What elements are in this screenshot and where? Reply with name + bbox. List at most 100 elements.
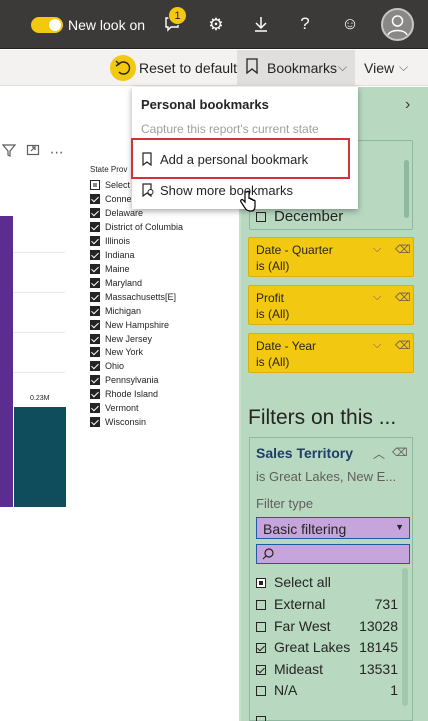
eraser-icon[interactable]: ⌫ bbox=[395, 339, 411, 352]
bookmark-icon bbox=[246, 58, 258, 79]
checkbox-icon[interactable] bbox=[256, 664, 266, 675]
slicer-item[interactable]: Michigan bbox=[90, 304, 141, 318]
slicer-item[interactable]: Rhode Island bbox=[90, 387, 158, 401]
filter-item-count: 13531 bbox=[359, 660, 398, 677]
slicer-item[interactable]: Maryland bbox=[90, 276, 142, 290]
dropdown-header: Personal bookmarks bbox=[141, 97, 269, 112]
scrollbar[interactable] bbox=[402, 568, 408, 706]
bar-data-label: 0.23M bbox=[30, 395, 50, 402]
checkbox-icon[interactable] bbox=[256, 212, 266, 223]
notification-badge: 1 bbox=[168, 6, 187, 25]
filter-item-count: 1 bbox=[390, 682, 398, 698]
filter-list-item[interactable]: Mideast 13531 bbox=[256, 661, 398, 679]
checkbox-icon[interactable] bbox=[90, 263, 100, 274]
slicer-item[interactable]: Vermont bbox=[90, 401, 139, 415]
search-input[interactable] bbox=[256, 544, 410, 564]
filter-select-all[interactable]: Select all bbox=[256, 574, 331, 592]
smiley-icon[interactable]: ☺ bbox=[339, 14, 361, 34]
checkbox-icon[interactable] bbox=[90, 305, 100, 316]
slicer-item[interactable]: Maine bbox=[90, 262, 130, 276]
chart-bar-purple[interactable] bbox=[0, 216, 13, 507]
new-look-toggle[interactable] bbox=[31, 17, 63, 33]
filter-card-date-quarter[interactable]: Date - Quarter is (All) ⌵ ⌫ bbox=[248, 237, 414, 277]
chevron-down-icon: ⌵ bbox=[399, 60, 409, 74]
sales-territory-summary: is Great Lakes, New E... bbox=[256, 469, 397, 484]
show-more-bookmarks-item[interactable]: Show more bookmarks bbox=[160, 183, 293, 198]
filter-item-count: 731 bbox=[374, 596, 398, 612]
checkbox-icon[interactable] bbox=[90, 235, 100, 246]
collapse-chevron-icon[interactable]: › bbox=[405, 96, 410, 114]
checkbox-icon[interactable] bbox=[90, 207, 100, 218]
filter-type-label: Filter type bbox=[256, 496, 314, 511]
filter-item-december[interactable]: December bbox=[256, 208, 343, 226]
filter-card-date-year[interactable]: Date - Year is (All) ⌵ ⌫ bbox=[248, 333, 414, 373]
checkbox-icon[interactable] bbox=[90, 194, 100, 204]
checkbox-icon[interactable] bbox=[90, 319, 100, 330]
focus-mode-icon[interactable] bbox=[26, 144, 44, 160]
chevron-down-icon[interactable]: ⌵ bbox=[373, 291, 381, 304]
filter-card-profit[interactable]: Profit is (All) ⌵ ⌫ bbox=[248, 285, 414, 325]
checkbox-icon[interactable] bbox=[90, 417, 100, 428]
checkbox-icon[interactable] bbox=[90, 375, 100, 386]
gear-icon[interactable]: ⚙ bbox=[205, 15, 227, 35]
chart-gridline bbox=[13, 292, 65, 293]
checkbox-icon[interactable] bbox=[90, 361, 100, 372]
checkbox-icon[interactable] bbox=[90, 403, 100, 414]
checkbox-icon[interactable] bbox=[90, 221, 100, 232]
filter-list-item[interactable]: Far West 13028 bbox=[256, 618, 398, 636]
chevron-down-icon[interactable]: ⌵ bbox=[373, 243, 381, 256]
checkbox-icon[interactable] bbox=[90, 347, 100, 358]
filter-type-select[interactable]: Basic filtering ▼ bbox=[256, 517, 410, 539]
chart-gridline bbox=[13, 332, 65, 333]
filter-icon[interactable] bbox=[1, 144, 20, 160]
checkbox-icon[interactable] bbox=[256, 600, 266, 611]
filter-list-item[interactable]: External 731 bbox=[256, 596, 398, 614]
checkbox-icon[interactable] bbox=[90, 291, 100, 302]
slicer-item[interactable]: Wisconsin bbox=[90, 415, 146, 429]
slicer-item[interactable]: New Jersey bbox=[90, 332, 152, 346]
download-icon[interactable] bbox=[250, 15, 272, 38]
filter-list-item[interactable]: N/A 1 bbox=[256, 682, 398, 700]
view-button[interactable]: View bbox=[364, 60, 394, 76]
chart-bar-teal[interactable] bbox=[14, 407, 66, 507]
slicer-item[interactable]: Pennsylvania bbox=[90, 373, 159, 387]
bookmarks-label: Bookmarks bbox=[267, 60, 338, 76]
checkbox-icon[interactable] bbox=[90, 389, 100, 400]
eraser-icon[interactable]: ⌫ bbox=[392, 446, 408, 459]
slicer-select-all[interactable]: Select bbox=[90, 178, 130, 192]
eraser-icon[interactable]: ⌫ bbox=[395, 243, 411, 256]
checkbox-icon[interactable] bbox=[90, 333, 100, 344]
scrollbar[interactable] bbox=[404, 160, 409, 218]
slicer-item[interactable]: Massachusetts[E] bbox=[90, 290, 176, 304]
slicer-item[interactable]: Indiana bbox=[90, 248, 135, 262]
checkbox-icon[interactable] bbox=[256, 621, 266, 632]
filter-item-count: 18145 bbox=[359, 639, 398, 655]
reset-icon[interactable] bbox=[110, 55, 136, 81]
filter-list-item[interactable]: Great Lakes 18145 bbox=[256, 639, 398, 657]
checkbox-icon[interactable] bbox=[256, 643, 266, 654]
chart-gridline bbox=[13, 372, 65, 373]
help-icon[interactable]: ? bbox=[294, 14, 316, 34]
checkbox-icon[interactable] bbox=[90, 249, 100, 260]
slicer-item[interactable]: District of Columbia bbox=[90, 220, 183, 234]
more-options-icon[interactable]: ⋯ bbox=[50, 144, 65, 160]
dropdown-subtitle: Capture this report's current state bbox=[141, 122, 319, 136]
chevron-up-icon[interactable]: ︿ bbox=[373, 445, 385, 462]
eraser-icon[interactable]: ⌫ bbox=[395, 291, 411, 304]
slicer-item[interactable]: Ohio bbox=[90, 359, 124, 373]
checkbox-icon[interactable] bbox=[256, 578, 266, 589]
slicer-item[interactable]: New Hampshire bbox=[90, 318, 169, 332]
checkbox-icon[interactable] bbox=[90, 180, 100, 190]
reset-to-default-button[interactable]: Reset to default bbox=[139, 60, 237, 76]
slicer-item[interactable]: New York bbox=[90, 345, 143, 359]
slicer-item[interactable]: Illinois bbox=[90, 234, 130, 248]
chevron-down-icon[interactable]: ⌵ bbox=[373, 339, 381, 352]
checkbox-icon[interactable] bbox=[90, 277, 100, 288]
slicer-item[interactable]: Conne bbox=[90, 192, 132, 206]
add-personal-bookmark-item[interactable]: Add a personal bookmark bbox=[160, 152, 308, 167]
bookmark-icon bbox=[142, 152, 152, 171]
list-item-partial bbox=[256, 706, 396, 721]
sales-territory-title: Sales Territory bbox=[256, 445, 354, 461]
avatar-icon[interactable] bbox=[381, 8, 414, 41]
checkbox-icon[interactable] bbox=[256, 686, 266, 697]
